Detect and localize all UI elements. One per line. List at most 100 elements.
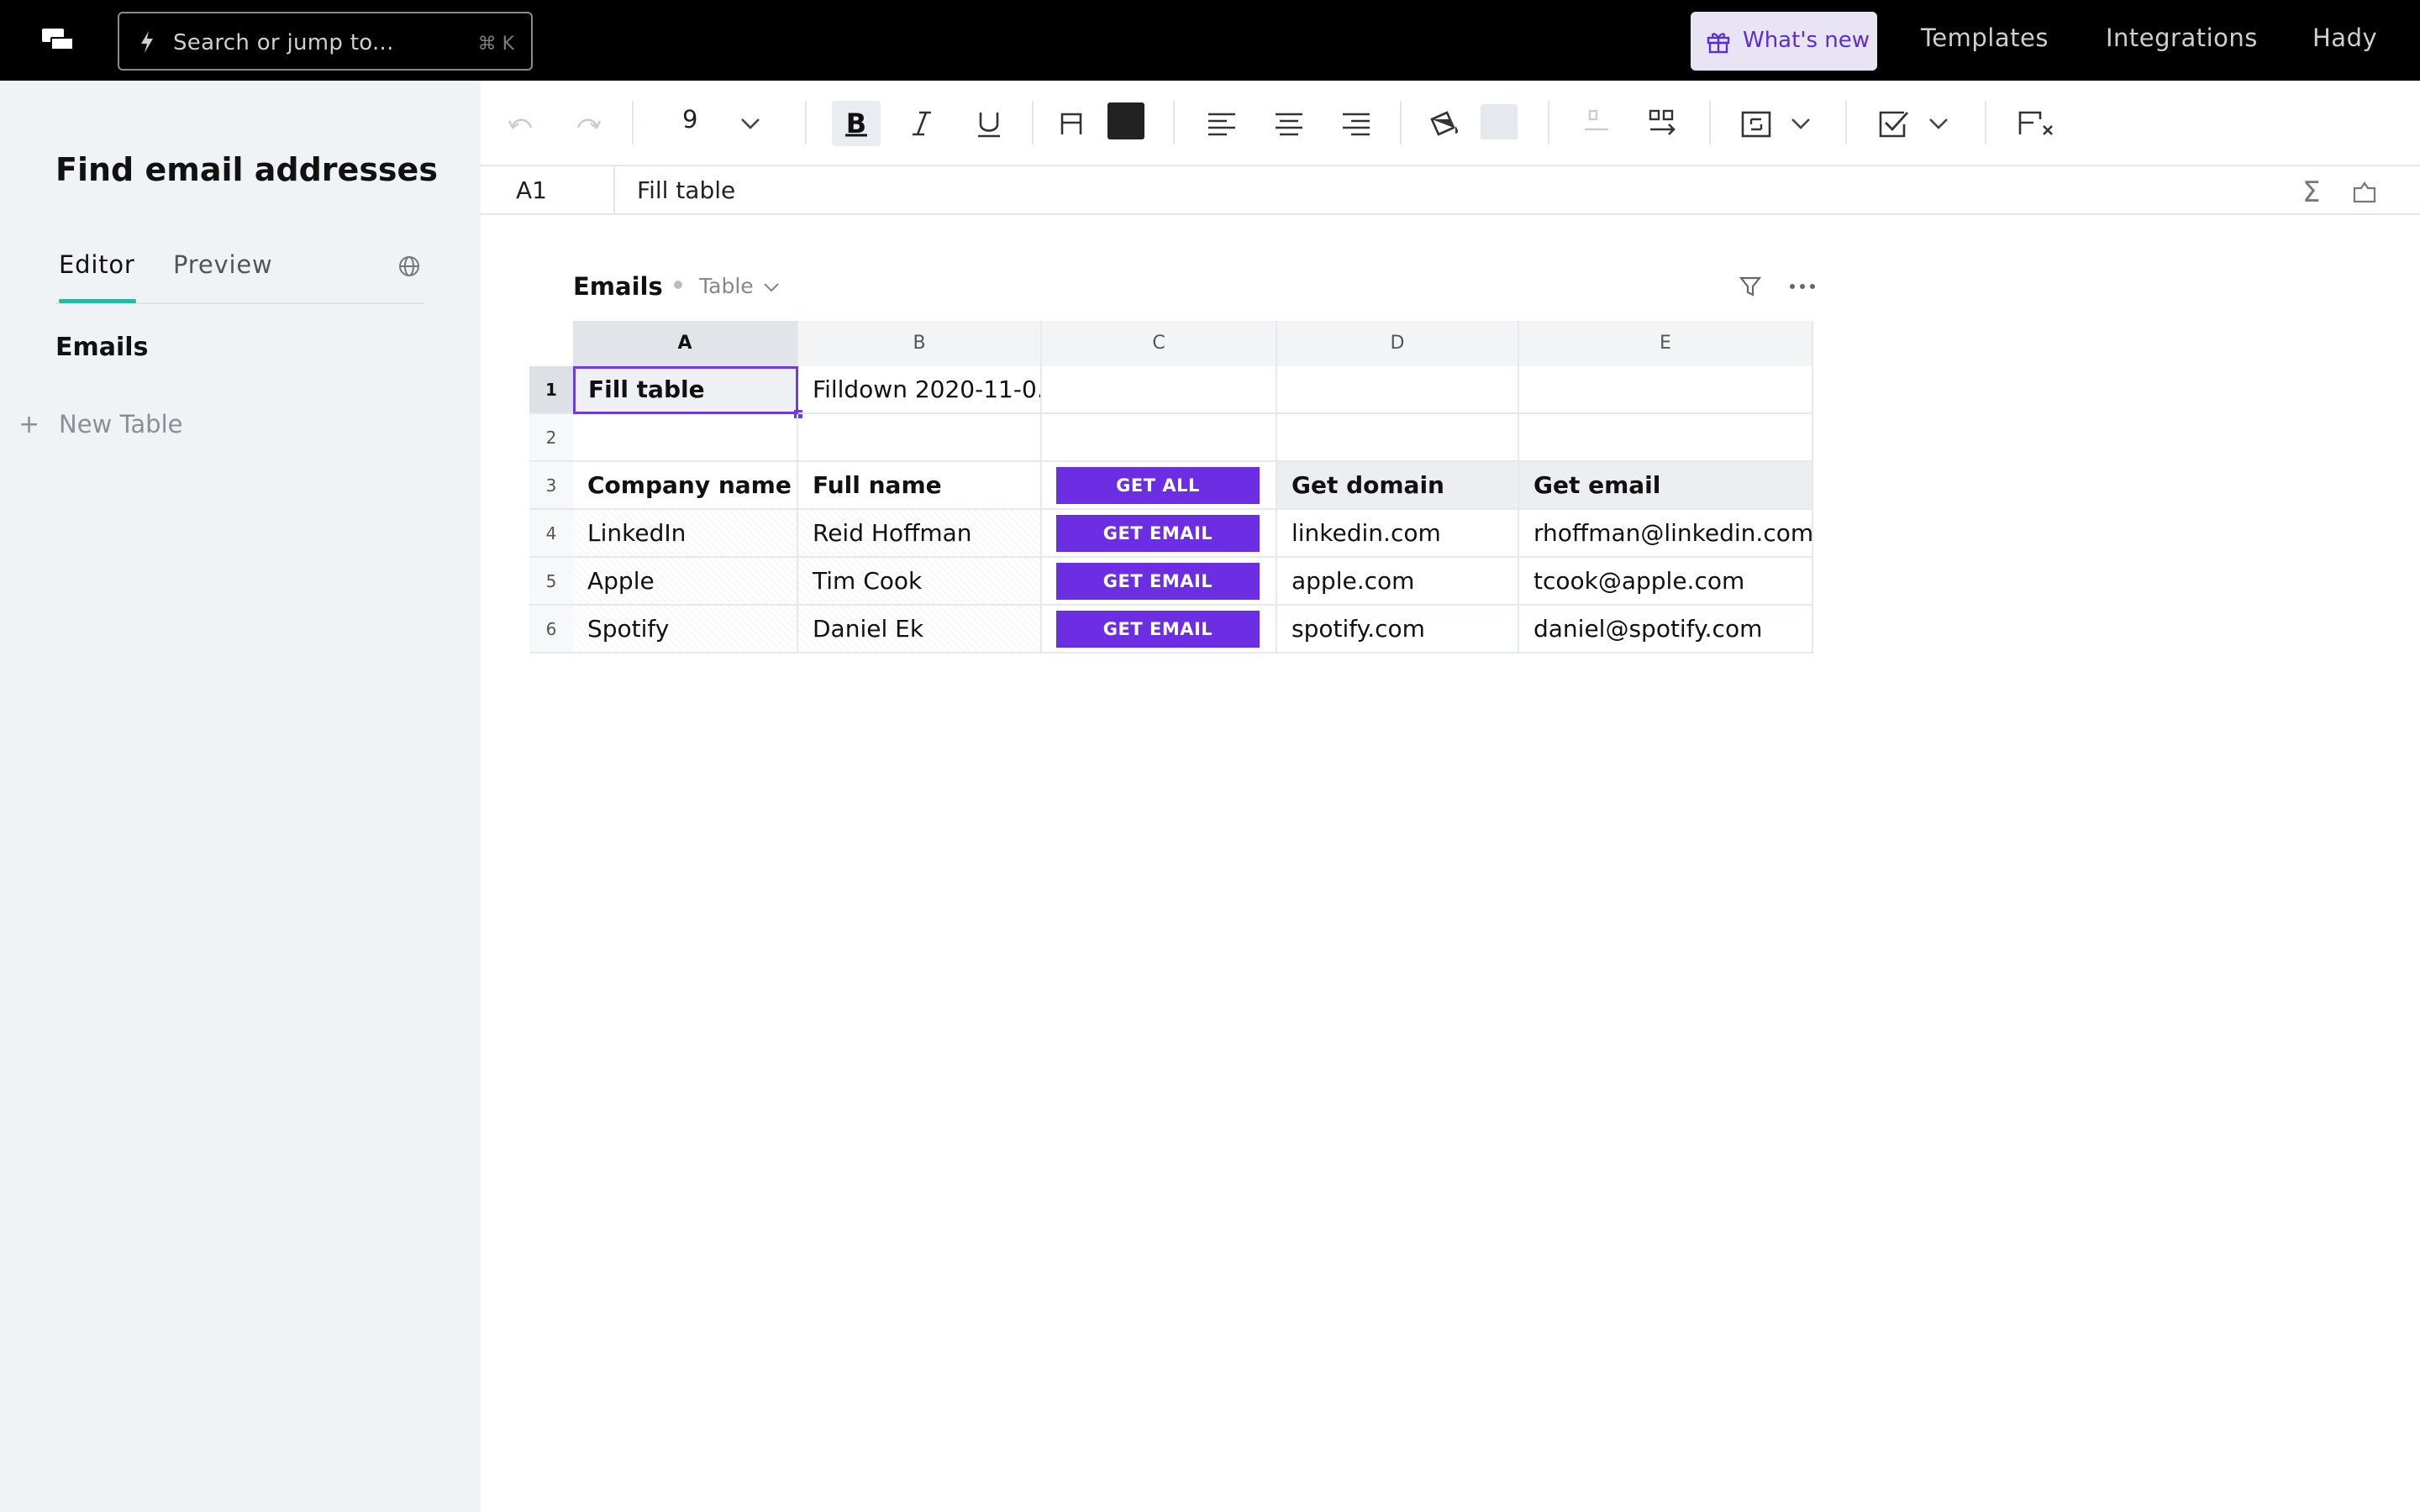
active-tab-indicator: [59, 299, 136, 303]
column-header-d[interactable]: D: [1277, 321, 1519, 366]
cell-a3[interactable]: Company name: [573, 462, 798, 510]
tab-editor[interactable]: Editor: [59, 250, 135, 279]
align-center-icon[interactable]: [1270, 102, 1307, 144]
bold-button[interactable]: B: [832, 101, 881, 146]
cell-c2[interactable]: [1042, 414, 1277, 462]
search-shortcut: ⌘ K: [477, 34, 514, 55]
cell-b2[interactable]: [798, 414, 1042, 462]
row-header-4[interactable]: 4: [529, 510, 573, 558]
nav-templates[interactable]: Templates: [1921, 24, 2049, 52]
cell-d6[interactable]: spotify.com: [1277, 606, 1519, 654]
sigma-icon[interactable]: Σ: [2302, 178, 2320, 207]
search-placeholder: Search or jump to...: [173, 30, 394, 55]
cell-a6[interactable]: Spotify: [573, 606, 798, 654]
cell-c1[interactable]: [1042, 366, 1277, 414]
table-type-label: Table: [699, 274, 754, 298]
get-email-button[interactable]: GET EMAIL: [1056, 611, 1260, 648]
filter-icon[interactable]: [1738, 274, 1763, 299]
column-header-a[interactable]: A: [573, 321, 798, 366]
row-header-2[interactable]: 2: [529, 414, 573, 462]
whats-new-label: What's new: [1743, 28, 1870, 53]
remove-row-icon[interactable]: [1578, 102, 1615, 144]
formula-bar: A1 Fill table Σ: [481, 166, 2420, 215]
checkbox-format-icon[interactable]: [1876, 102, 1912, 144]
cell-d1[interactable]: [1277, 366, 1519, 414]
cell-c6: GET EMAIL: [1042, 606, 1277, 654]
text-color-swatch[interactable]: [1107, 102, 1144, 139]
cell-e6[interactable]: daniel@spotify.com: [1519, 606, 1813, 654]
cell-d5[interactable]: apple.com: [1277, 558, 1519, 606]
tag-icon[interactable]: [2351, 180, 2378, 203]
column-header-e[interactable]: E: [1519, 321, 1813, 366]
merge-cells-icon[interactable]: [1738, 102, 1775, 144]
search-box[interactable]: Search or jump to... ⌘ K: [118, 12, 533, 71]
format-toolbar: 9 B: [481, 81, 2420, 166]
insert-column-icon[interactable]: [1645, 102, 1682, 144]
cell-b1[interactable]: Filldown 2020-11-0...: [798, 366, 1042, 414]
more-options-icon[interactable]: [1788, 282, 1817, 291]
row-header-6[interactable]: 6: [529, 606, 573, 654]
cell-e1[interactable]: [1519, 366, 1813, 414]
app-logo[interactable]: [42, 29, 76, 52]
fill-color-swatch[interactable]: [1481, 104, 1518, 139]
row-header-5[interactable]: 5: [529, 558, 573, 606]
cell-e2[interactable]: [1519, 414, 1813, 462]
italic-button[interactable]: [901, 102, 943, 144]
title-separator-dot: [674, 281, 682, 289]
clear-format-icon[interactable]: [2013, 102, 2064, 144]
sidebar: Find email addresses Editor Preview Emai…: [0, 81, 481, 1512]
cell-b3[interactable]: Full name: [798, 462, 1042, 510]
column-header-c[interactable]: C: [1042, 321, 1277, 366]
globe-icon[interactable]: [397, 254, 422, 279]
merge-dropdown-icon[interactable]: [1788, 102, 1813, 144]
get-all-button[interactable]: GET ALL: [1056, 467, 1260, 504]
get-email-button[interactable]: GET EMAIL: [1056, 563, 1260, 600]
new-table-label: New Table: [59, 410, 183, 438]
cell-a2[interactable]: [573, 414, 798, 462]
cell-e4[interactable]: rhoffman@linkedin.com: [1519, 510, 1813, 558]
cell-e3[interactable]: Get email: [1519, 462, 1813, 510]
undo-icon[interactable]: [504, 102, 538, 144]
top-bar: Search or jump to... ⌘ K What's new Temp…: [0, 0, 2420, 81]
get-email-button[interactable]: GET EMAIL: [1056, 515, 1260, 552]
cell-c4: GET EMAIL: [1042, 510, 1277, 558]
cell-e5[interactable]: tcook@apple.com: [1519, 558, 1813, 606]
cell-a4[interactable]: LinkedIn: [573, 510, 798, 558]
plus-icon: +: [18, 410, 40, 439]
cell-c5: GET EMAIL: [1042, 558, 1277, 606]
align-right-icon[interactable]: [1338, 102, 1375, 144]
row-header-3[interactable]: 3: [529, 462, 573, 510]
cell-d2[interactable]: [1277, 414, 1519, 462]
font-size-dropdown-icon[interactable]: [738, 102, 763, 144]
cell-reference[interactable]: A1: [516, 176, 547, 204]
cell-b6[interactable]: Daniel Ek: [798, 606, 1042, 654]
redo-icon[interactable]: [571, 102, 605, 144]
bolt-icon: [141, 31, 153, 53]
cell-b4[interactable]: Reid Hoffman: [798, 510, 1042, 558]
checkbox-dropdown-icon[interactable]: [1926, 102, 1951, 144]
table-title[interactable]: Emails: [573, 272, 663, 301]
cell-b5[interactable]: Tim Cook: [798, 558, 1042, 606]
new-table-button[interactable]: + New Table: [18, 410, 182, 439]
tab-preview[interactable]: Preview: [173, 250, 273, 279]
doc-title[interactable]: Find email addresses: [55, 151, 438, 188]
gift-icon: [1707, 33, 1730, 54]
nav-user[interactable]: Hady: [2312, 24, 2377, 52]
cell-d3[interactable]: Get domain: [1277, 462, 1519, 510]
cell-d4[interactable]: linkedin.com: [1277, 510, 1519, 558]
sidebar-item-emails[interactable]: Emails: [55, 333, 148, 362]
table-type-dropdown[interactable]: Table: [699, 274, 781, 298]
fill-color-icon[interactable]: [1425, 102, 1462, 144]
cell-a1[interactable]: Fill table: [573, 366, 798, 414]
nav-integrations[interactable]: Integrations: [2106, 24, 2258, 52]
whats-new-button[interactable]: What's new: [1691, 12, 1877, 71]
row-header-1[interactable]: 1: [529, 366, 573, 414]
align-left-icon[interactable]: [1203, 102, 1240, 144]
chevron-down-icon: [763, 283, 779, 292]
column-header-b[interactable]: B: [798, 321, 1042, 366]
cell-a5[interactable]: Apple: [573, 558, 798, 606]
underline-button[interactable]: [968, 102, 1010, 144]
formula-input[interactable]: Fill table: [637, 176, 735, 204]
font-size-value[interactable]: 9: [682, 105, 697, 134]
text-color-icon[interactable]: [1054, 102, 1091, 144]
